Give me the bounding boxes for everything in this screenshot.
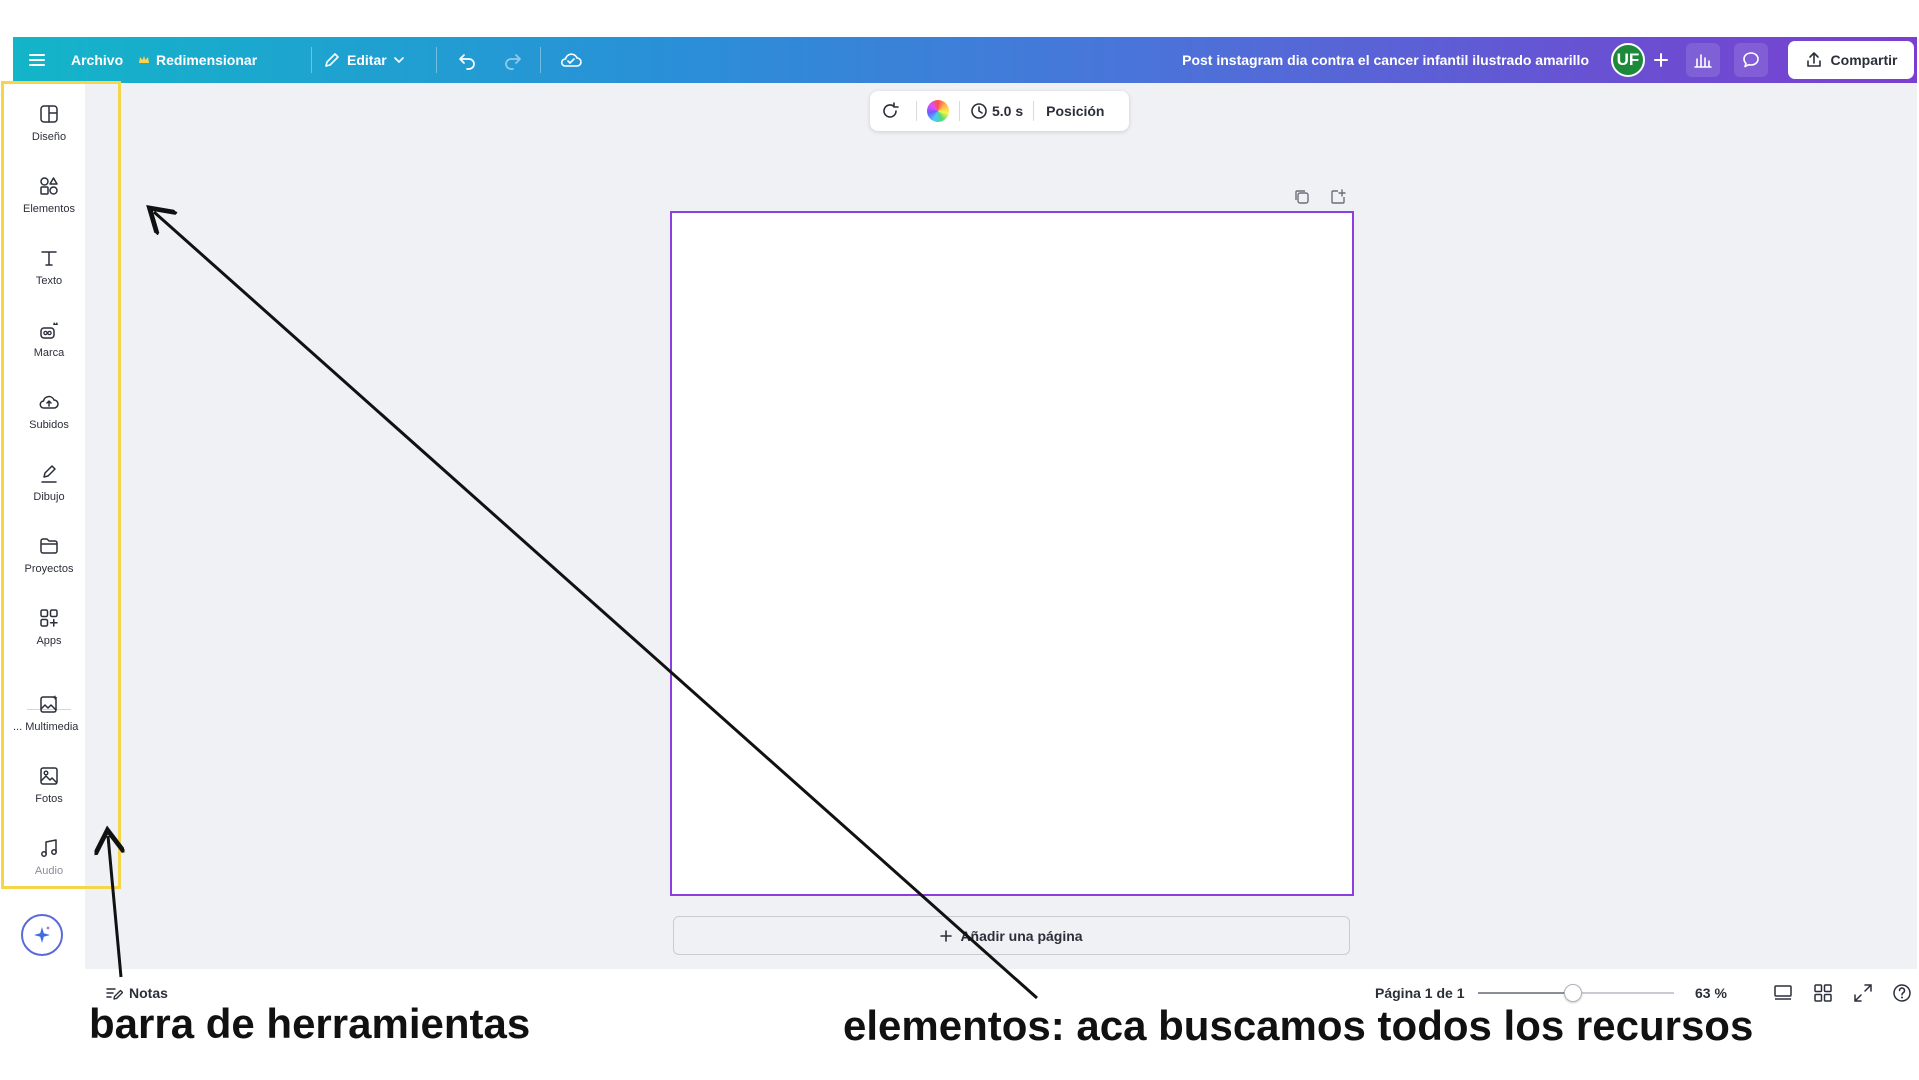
page-view-icon[interactable] [1772,982,1794,1004]
top-bar: Archivo Redimensionar Editar Post instag… [13,37,1917,83]
add-page-icon[interactable] [1329,188,1347,206]
notes-label: Notas [129,985,168,1001]
menu-button[interactable] [27,37,47,83]
redo-icon [505,54,521,70]
redo-button[interactable] [503,37,523,83]
file-menu-label: Archivo [71,52,124,68]
add-page-button[interactable]: Añadir una página [673,916,1350,955]
background-color-button[interactable] [923,100,953,122]
resize-button[interactable]: Redimensionar [138,37,257,83]
design-canvas[interactable] [670,211,1354,896]
insights-button[interactable] [1686,43,1720,77]
crown-icon [139,56,149,63]
sparkle-icon [34,926,50,943]
duplicate-page-icon[interactable] [1293,188,1311,206]
add-collaborator-button[interactable] [1653,37,1669,83]
toolbar-divider [959,101,960,121]
screenshot-page: Archivo Redimensionar Editar Post instag… [0,0,1919,1080]
zoom-slider[interactable] [1478,984,1674,1002]
zoom-slider-fill [1478,992,1573,994]
clock-icon [971,103,987,119]
element-toolbar: 5.0 s Posición [870,91,1129,131]
elements-caption: elementos: aca buscamos todos los recurs… [843,1002,1754,1049]
edit-menu[interactable]: Editar [323,37,405,83]
comment-icon [1743,52,1759,68]
cloud-check-icon [560,53,582,67]
add-page-label: Añadir una página [960,927,1083,944]
chevron-down-icon [393,57,404,64]
edit-label: Editar [347,52,387,68]
upload-icon [1806,52,1821,67]
topbar-divider [311,47,312,73]
position-button[interactable]: Posición [1040,103,1110,119]
share-button[interactable]: Compartir [1788,41,1914,79]
hamburger-icon [29,54,45,66]
undo-icon [459,54,475,70]
grid-view-icon[interactable] [1812,982,1834,1004]
magic-assistant-button[interactable] [21,914,63,956]
duration-value: 5.0 s [992,103,1024,119]
animate-button[interactable] [870,100,910,122]
editor-app: Archivo Redimensionar Editar Post instag… [13,37,1917,1002]
plus-icon [1654,53,1668,67]
topbar-divider [436,47,437,73]
duration-button[interactable]: 5.0 s [966,102,1027,120]
help-icon[interactable] [1891,982,1913,1004]
document-title[interactable]: Post instagram dia contra el cancer infa… [1182,37,1589,83]
position-label: Posición [1046,103,1105,119]
avatar[interactable]: UF [1611,43,1645,77]
file-menu[interactable]: Archivo [71,37,123,83]
save-status[interactable] [559,37,583,83]
share-label: Compartir [1830,52,1898,68]
toolbar-caption: barra de herramientas [89,1000,531,1047]
undo-button[interactable] [457,37,477,83]
toolbar-divider [1033,101,1035,121]
refresh-icon [883,102,899,118]
resize-label: Redimensionar [156,52,258,68]
color-wheel-icon [927,100,949,122]
toolbar-highlight-box [1,81,121,889]
pencil-icon [325,53,339,67]
toolbar-divider [916,101,917,121]
fullscreen-icon[interactable] [1852,982,1874,1004]
topbar-divider [540,47,541,73]
bar-chart-icon [1694,54,1712,68]
comments-button[interactable] [1734,43,1768,77]
canvas-tools [1293,188,1347,206]
plus-icon [940,929,953,942]
zoom-slider-thumb[interactable] [1564,984,1582,1002]
